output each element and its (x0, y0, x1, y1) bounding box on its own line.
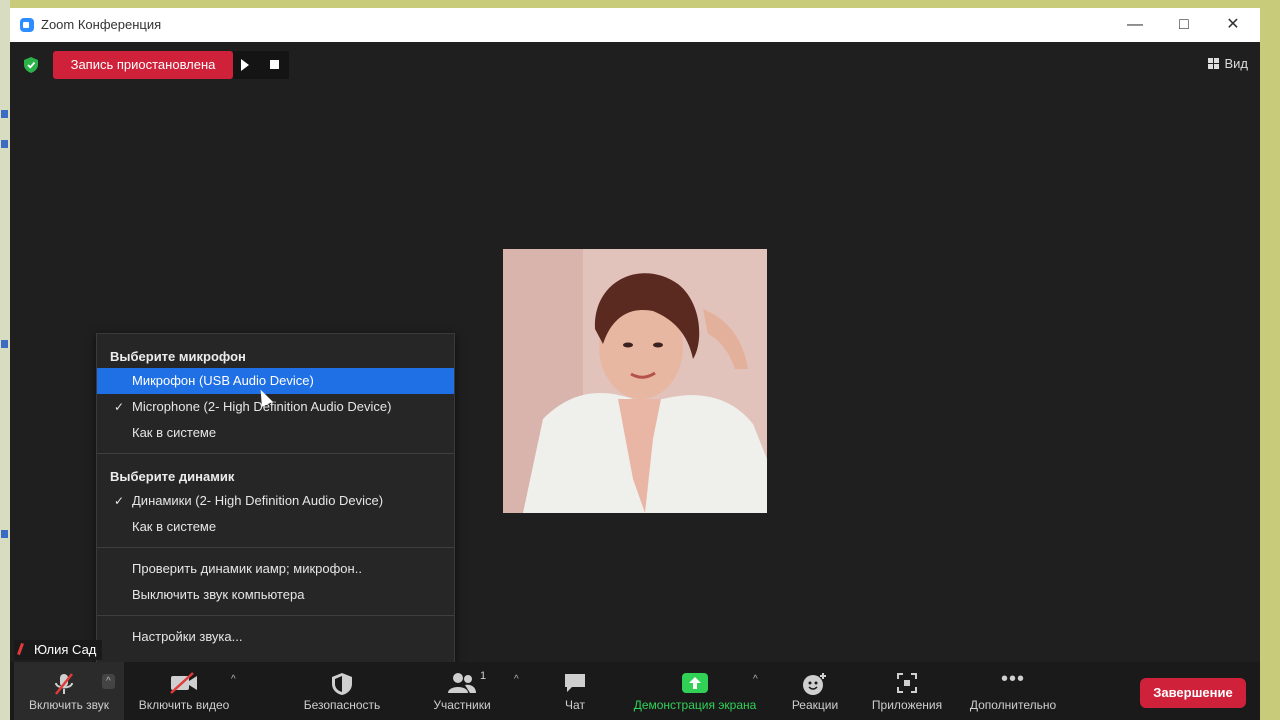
mic-option-label: Как в системе (132, 425, 217, 440)
participant-video (503, 249, 767, 513)
chevron-up-icon: ^ (514, 674, 519, 685)
speaker-option-label: Динамики (2- High Definition Audio Devic… (132, 493, 384, 508)
view-button[interactable]: Вид (1208, 56, 1248, 71)
minimize-button[interactable]: — (1112, 12, 1158, 38)
menu-divider (97, 453, 454, 454)
meeting-toolbar: Включить звук ^ Включить видео ^ Безопас… (10, 662, 1260, 720)
speaker-option-label: Как в системе (132, 519, 217, 534)
check-icon: ✓ (114, 494, 125, 508)
more-button[interactable]: ••• Дополнительно (964, 662, 1062, 720)
recording-controls (233, 51, 289, 79)
participants-button[interactable]: 1 Участники (420, 662, 504, 720)
apps-label: Приложения (871, 698, 943, 712)
test-speaker-mic-label: Проверить динамик иамр; микрофон.. (132, 561, 362, 576)
video-options-caret[interactable]: ^ (228, 662, 244, 720)
muted-mic-icon (17, 642, 24, 656)
participant-name: Юлия Сад (34, 642, 97, 657)
end-meeting-button[interactable]: Завершение (1140, 678, 1246, 708)
mute-computer-audio-item[interactable]: Выключить звук компьютера (97, 582, 454, 608)
audio-settings-label: Настройки звука... (132, 629, 243, 644)
participant-photo (503, 249, 767, 513)
speaker-section-header: Выберите динамик (110, 469, 235, 484)
chevron-up-icon: ^ (231, 674, 236, 685)
participants-options-caret[interactable]: ^ (511, 662, 527, 720)
participants-count: 1 (480, 670, 487, 682)
chevron-up-icon: ^ (102, 674, 115, 689)
reactions-label: Реакции (791, 698, 839, 712)
speaker-option-hd-audio[interactable]: ✓ Динамики (2- High Definition Audio Dev… (97, 488, 454, 514)
test-speaker-mic-item[interactable]: Проверить динамик иамр; микрофон.. (97, 556, 454, 582)
reactions-icon (803, 673, 826, 695)
chevron-up-icon: ^ (753, 674, 758, 685)
mic-option-label: Микрофон (USB Audio Device) (132, 373, 314, 388)
title-bar: Zoom Конференция — □ ✕ (10, 8, 1260, 43)
share-options-caret[interactable]: ^ (750, 662, 766, 720)
meeting-area: Запись приостановлена Вид Выберите микро… (10, 42, 1260, 720)
menu-divider (97, 615, 454, 616)
audio-options-caret[interactable]: ^ (96, 662, 118, 720)
share-screen-button[interactable]: Демонстрация экрана (622, 662, 768, 720)
shield-icon (332, 673, 352, 695)
check-icon: ✓ (114, 400, 125, 414)
security-label: Безопасность (303, 698, 381, 712)
start-video-label: Включить видео (138, 698, 230, 712)
more-label: Дополнительно (969, 698, 1057, 712)
stop-recording-icon[interactable] (270, 60, 279, 69)
start-video-button[interactable]: Включить видео (130, 662, 238, 720)
apps-icon (897, 673, 917, 693)
speaker-option-system[interactable]: Как в системе (97, 514, 454, 540)
grid-icon (1208, 58, 1220, 69)
audio-settings-item[interactable]: Настройки звука... (97, 624, 454, 650)
participant-name-tag: Юлия Сад (14, 640, 103, 660)
share-screen-icon (682, 673, 708, 693)
participants-label: Участники (433, 698, 491, 712)
zoom-window: Zoom Конференция — □ ✕ Запись приостанов… (10, 8, 1260, 720)
participants-icon (448, 673, 476, 693)
maximize-button[interactable]: □ (1161, 12, 1207, 38)
chat-button[interactable]: Чат (550, 662, 600, 720)
encryption-shield-icon[interactable] (24, 57, 38, 73)
reactions-button[interactable]: Реакции (784, 662, 846, 720)
more-dots-icon: ••• (1000, 668, 1026, 690)
mic-option-hd-audio[interactable]: ✓ Microphone (2- High Definition Audio D… (97, 394, 454, 420)
recording-status-badge: Запись приостановлена (53, 51, 233, 79)
chat-label: Чат (565, 698, 585, 712)
mic-option-usb[interactable]: Микрофон (USB Audio Device) (97, 368, 454, 394)
desktop-strip (0, 0, 10, 720)
window-title: Zoom Конференция (41, 17, 162, 32)
mute-computer-audio-label: Выключить звук компьютера (132, 587, 305, 602)
audio-settings-menu: Выберите микрофон Микрофон (USB Audio De… (96, 333, 455, 663)
apps-button[interactable]: Приложения (864, 662, 950, 720)
view-label: Вид (1224, 56, 1248, 71)
close-button[interactable]: ✕ (1210, 12, 1256, 38)
share-screen-label: Демонстрация экрана (633, 698, 757, 712)
resume-recording-icon[interactable] (241, 59, 249, 71)
mic-option-system[interactable]: Как в системе (97, 420, 454, 446)
zoom-app-icon (20, 18, 34, 32)
muted-microphone-icon (55, 673, 73, 695)
security-button[interactable]: Безопасность (292, 662, 392, 720)
mic-section-header: Выберите микрофон (110, 349, 246, 364)
chat-icon (565, 674, 585, 692)
menu-divider (97, 547, 454, 548)
video-off-icon (170, 672, 197, 694)
